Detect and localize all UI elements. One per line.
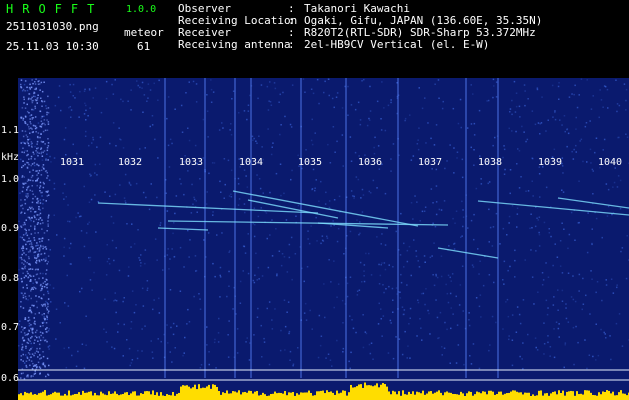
x-tick-1040: 1040 <box>598 157 623 168</box>
y-tick-0-9: 0.9 <box>1 223 20 234</box>
x-tick-1037: 1037 <box>418 157 443 168</box>
meteor-label: meteor <box>124 26 164 39</box>
observation-datetime: 25.11.03 10:30 <box>6 40 99 53</box>
y-axis-unit: kHz <box>1 152 20 163</box>
spectrogram-canvas <box>18 78 629 400</box>
spectrogram-frame: kHz 1.1 1.0 0.9 0.8 0.7 0.6 1031 1032 10… <box>0 78 629 400</box>
antenna-value: 2el-HB9CV Vertical (el. E-W) <box>304 38 490 51</box>
header-panel: HROFFT 1.0.0 2511031030.png 25.11.03 10:… <box>0 0 629 78</box>
meteor-count: 61 <box>137 40 151 53</box>
y-tick-0-7: 0.7 <box>1 322 20 333</box>
x-tick-1039: 1039 <box>538 157 563 168</box>
x-tick-1032: 1032 <box>118 157 143 168</box>
app-version: 1.0.0 <box>126 4 157 15</box>
spectrogram-background <box>18 78 629 400</box>
file-name: 2511031030.png <box>6 20 99 33</box>
app-title: HROFFT <box>6 2 104 16</box>
x-tick-1034: 1034 <box>239 157 264 168</box>
antenna-sep: : <box>288 38 295 51</box>
x-tick-1038: 1038 <box>478 157 503 168</box>
y-tick-0-6: 0.6 <box>1 373 20 384</box>
x-tick-1035: 1035 <box>298 157 323 168</box>
x-tick-1033: 1033 <box>179 157 204 168</box>
antenna-label: Receiving antenna <box>178 38 291 51</box>
x-tick-1036: 1036 <box>358 157 383 168</box>
x-tick-1031: 1031 <box>60 157 85 168</box>
y-tick-0-8: 0.8 <box>1 273 20 284</box>
y-tick-1-0: 1.0 <box>1 174 20 185</box>
y-tick-1-1: 1.1 <box>1 125 20 136</box>
